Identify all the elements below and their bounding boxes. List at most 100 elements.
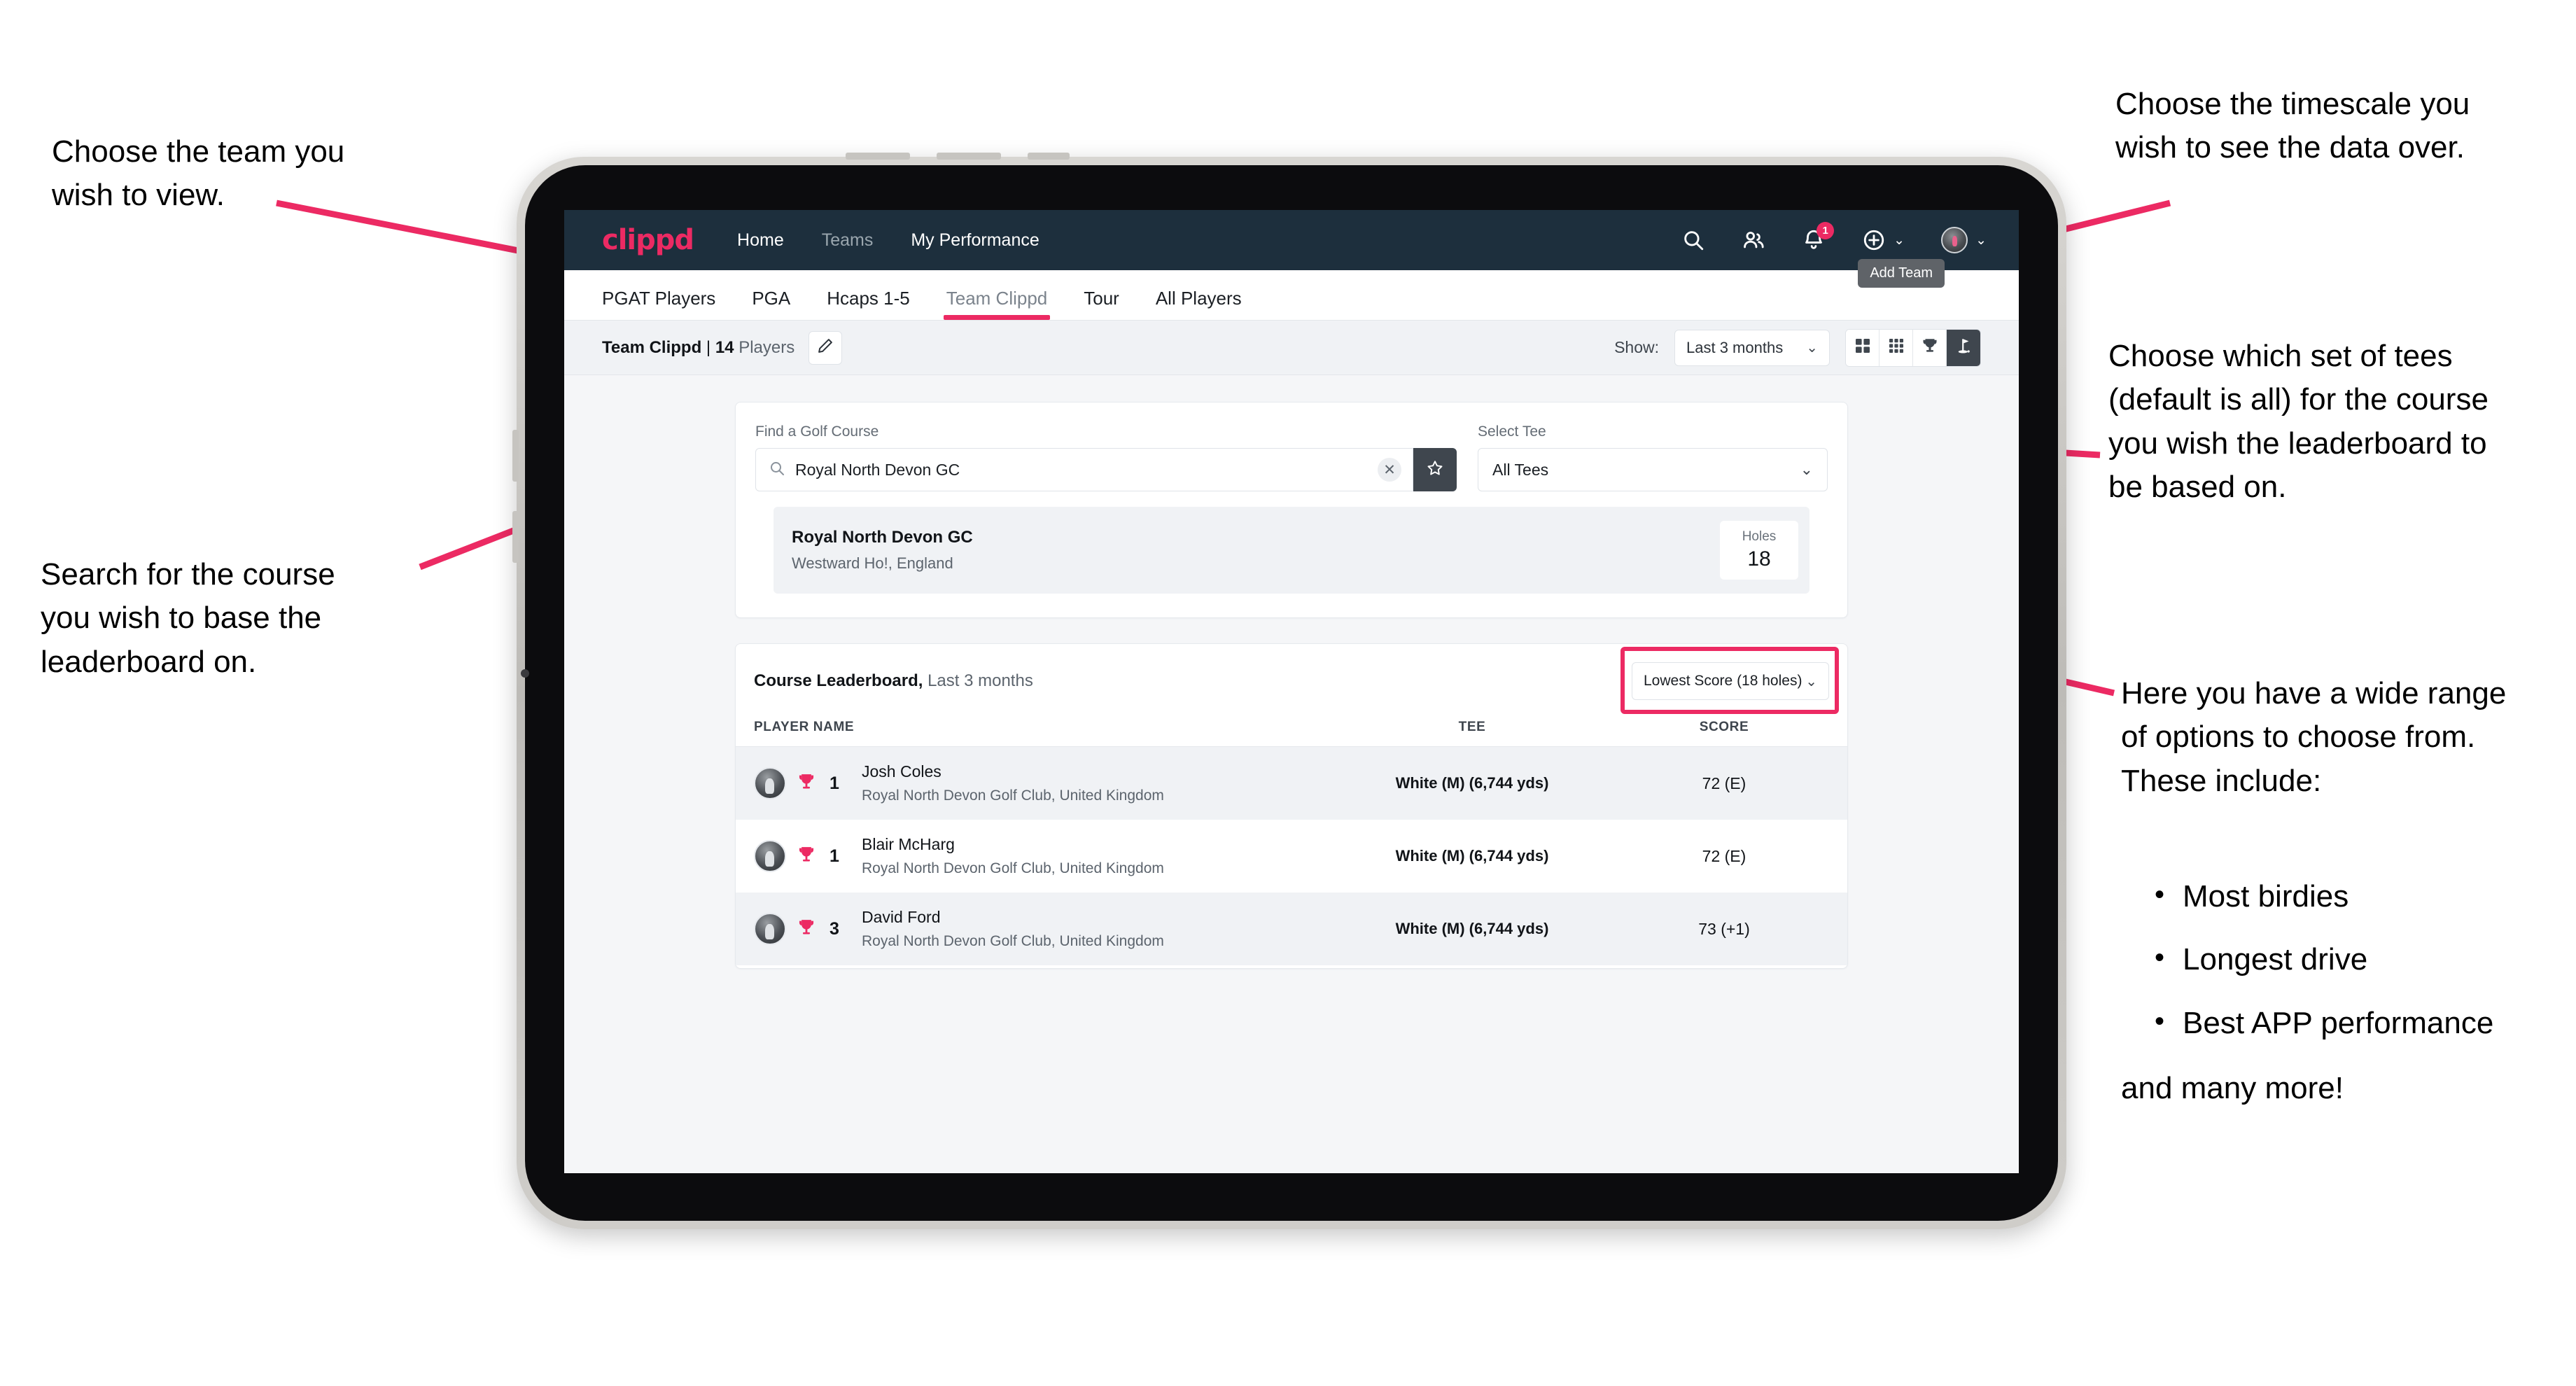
trophy-icon <box>797 846 816 867</box>
grid-2x2-icon <box>1854 337 1871 358</box>
nav-link-my-performance[interactable]: My Performance <box>911 230 1039 251</box>
edit-team-button[interactable] <box>808 330 843 365</box>
course-search-label: Find a Golf Course <box>755 424 879 440</box>
trophy-icon <box>1921 337 1939 358</box>
tab-pga[interactable]: PGA <box>752 288 790 320</box>
tee-select[interactable]: All Tees ⌄ <box>1478 448 1828 491</box>
course-search-value: Royal North Devon GC <box>795 460 960 479</box>
leaderboard-metric-wrap: Lowest Score (18 holes) ⌄ <box>1620 647 1839 714</box>
leaderboard-title: Course Leaderboard, Last 3 months <box>754 671 1033 691</box>
avatar <box>754 840 786 872</box>
plus-circle-icon[interactable] <box>1862 228 1886 252</box>
chevron-down-icon: ⌄ <box>1893 232 1905 248</box>
device-button-side-1 <box>512 430 519 482</box>
nav-link-home[interactable]: Home <box>737 230 784 251</box>
leaderboard-header: Course Leaderboard, Last 3 months Lowest… <box>736 644 1847 715</box>
list-item: Best APP performance <box>2149 1002 2576 1045</box>
star-icon <box>1426 459 1444 481</box>
profile-menu[interactable]: ⌄ <box>1941 227 1987 253</box>
list-item: Longest drive <box>2149 938 2576 981</box>
list-item: Most birdies <box>2149 875 2576 918</box>
annotation-options-intro: Here you have a wide range of options to… <box>2121 676 2507 798</box>
annotation-options-list: Most birdies Longest drive Best APP perf… <box>2149 875 2576 1065</box>
search-row: Find a Golf Course Royal North Devon GC … <box>755 424 1828 491</box>
player-tee: White (M) (6,744 yds) <box>1395 774 1549 792</box>
golf-flag-icon <box>1954 337 1973 358</box>
people-icon[interactable] <box>1742 228 1765 252</box>
leaderboard-column-headers: PLAYER NAME TEE SCORE <box>736 715 1847 747</box>
team-name: Team Clippd <box>602 337 702 357</box>
player-identity: Blair McHarg Royal North Devon Golf Club… <box>862 835 1164 877</box>
annotation-closing: and many more! <box>2121 1071 2344 1105</box>
clippd-logo[interactable]: clippd <box>602 224 694 256</box>
holes-badge: Holes 18 <box>1720 521 1798 580</box>
player-cell: 3 David Ford Royal North Devon Golf Club… <box>754 908 1325 950</box>
course-result-name: Royal North Devon GC <box>792 528 973 547</box>
team-tabs: PGAT Players PGA Hcaps 1-5 Team Clippd T… <box>564 270 2019 321</box>
team-summary: Team Clippd | 14 Players <box>602 338 794 358</box>
tablet-screen: clippd Home Teams My Performance 1 ⌄ ⌄ A… <box>564 210 2019 1173</box>
player-cell: 1 Josh Coles Royal North Devon Golf Club… <box>754 762 1325 804</box>
course-search-input[interactable]: Royal North Devon GC ✕ <box>755 448 1413 491</box>
chevron-down-icon: ⌄ <box>1975 232 1987 248</box>
tab-pgat-players[interactable]: PGAT Players <box>602 288 715 320</box>
view-toggle-grid-3x3[interactable] <box>1879 329 1913 366</box>
trophy-icon <box>797 773 816 794</box>
device-button-top-3 <box>1028 153 1070 160</box>
annotation-search-course: Search for the course you wish to base t… <box>41 557 335 679</box>
favorite-course-button[interactable] <box>1413 448 1457 491</box>
players-word: Players <box>738 337 795 357</box>
view-toggle-grid-2x2[interactable] <box>1846 329 1879 366</box>
bell-icon[interactable]: 1 <box>1802 222 1835 252</box>
course-result-text: Royal North Devon GC Westward Ho!, Engla… <box>792 528 973 573</box>
tab-team-clippd[interactable]: Team Clippd <box>943 288 1050 320</box>
column-header-player-name: PLAYER NAME <box>754 720 855 734</box>
course-search-group: Find a Golf Course Royal North Devon GC … <box>755 424 1457 491</box>
player-rank: 3 <box>830 918 839 939</box>
column-header-score: SCORE <box>1699 720 1749 734</box>
device-button-side-2 <box>512 511 519 563</box>
player-identity: David Ford Royal North Devon Golf Club, … <box>862 908 1164 950</box>
leaderboard-title-main: Course Leaderboard, <box>754 671 923 690</box>
timescale-select[interactable]: Last 3 months ⌄ <box>1674 329 1830 366</box>
team-separator: | <box>701 337 715 357</box>
toolbar-right: Show: Last 3 months ⌄ <box>1614 328 1981 367</box>
add-menu[interactable]: ⌄ <box>1862 228 1905 252</box>
table-row[interactable]: 3 David Ford Royal North Devon Golf Club… <box>736 892 1847 965</box>
player-rank: 1 <box>830 846 839 866</box>
notification-badge: 1 <box>1816 222 1835 239</box>
table-row[interactable]: 1 Blair McHarg Royal North Devon Golf Cl… <box>736 820 1847 892</box>
course-leaderboard-card: Course Leaderboard, Last 3 months Lowest… <box>735 643 1848 969</box>
tab-all-players[interactable]: All Players <box>1156 288 1242 320</box>
show-label: Show: <box>1614 338 1659 356</box>
column-header-tee: TEE <box>1458 720 1486 734</box>
table-row[interactable]: 1 Josh Coles Royal North Devon Golf Club… <box>736 747 1847 820</box>
tee-select-value: All Tees <box>1492 460 1549 479</box>
view-toggle-trophy[interactable] <box>1913 329 1947 366</box>
player-name: Josh Coles <box>862 762 941 780</box>
search-icon[interactable] <box>1681 228 1705 252</box>
tablet-device-frame: clippd Home Teams My Performance 1 ⌄ ⌄ A… <box>512 153 2066 1229</box>
close-icon[interactable]: ✕ <box>1378 458 1401 482</box>
course-search-card: Find a Golf Course Royal North Devon GC … <box>735 402 1848 618</box>
leaderboard-metric-select[interactable]: Lowest Score (18 holes) ⌄ <box>1632 662 1829 700</box>
tab-hcaps-1-5[interactable]: Hcaps 1-5 <box>827 288 910 320</box>
view-toggle-golf-flag[interactable] <box>1947 329 1980 366</box>
course-result-row[interactable]: Royal North Devon GC Westward Ho!, Engla… <box>774 507 1809 594</box>
tab-tour[interactable]: Tour <box>1084 288 1119 320</box>
leaderboard-title-sub: Last 3 months <box>923 671 1033 690</box>
device-camera <box>521 669 529 678</box>
view-toggle-group <box>1845 328 1981 367</box>
avatar <box>754 913 786 945</box>
avatar-icon[interactable] <box>1941 227 1968 253</box>
tee-select-group: Select Tee All Tees ⌄ <box>1478 424 1828 491</box>
nav-link-teams[interactable]: Teams <box>822 230 874 251</box>
player-name: David Ford <box>862 908 941 926</box>
player-tee: White (M) (6,744 yds) <box>1395 847 1549 864</box>
timescale-value: Last 3 months <box>1686 338 1784 356</box>
primary-nav: Home Teams My Performance <box>737 230 1040 251</box>
player-count: 14 <box>715 337 734 357</box>
player-club: Royal North Devon Golf Club, United King… <box>862 860 1164 876</box>
page-root: Choose the team you wish to view. Search… <box>0 0 2576 1386</box>
app-navbar: clippd Home Teams My Performance 1 ⌄ ⌄ A… <box>564 210 2019 288</box>
